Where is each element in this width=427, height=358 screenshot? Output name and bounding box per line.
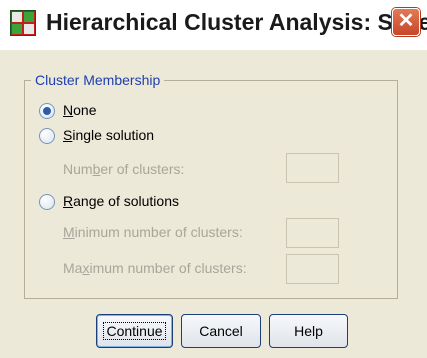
maximum-clusters-input[interactable] — [286, 254, 339, 284]
none-radio[interactable] — [39, 103, 55, 119]
title-bar[interactable]: Hierarchical Cluster Analysis: Save ✕ — [0, 0, 427, 50]
help-button[interactable]: Help — [269, 314, 348, 348]
cancel-button[interactable]: Cancel — [181, 314, 261, 348]
window-title: Hierarchical Cluster Analysis: Save — [46, 9, 427, 35]
minimum-clusters-input[interactable] — [286, 218, 339, 248]
cluster-membership-group: Cluster Membership None Single solution … — [24, 72, 398, 299]
spss-grid-icon — [10, 10, 36, 36]
continue-button[interactable]: Continue — [96, 314, 173, 348]
minimum-clusters-label: Minimum number of clusters: — [63, 224, 243, 240]
range-of-solutions-label[interactable]: Range of solutions — [63, 193, 179, 209]
single-solution-label[interactable]: Single solution — [63, 127, 154, 143]
range-of-solutions-radio[interactable] — [39, 194, 55, 210]
number-of-clusters-input[interactable] — [286, 153, 339, 183]
dialog-body: Cluster Membership None Single solution … — [0, 50, 427, 358]
group-legend: Cluster Membership — [31, 72, 165, 88]
none-label[interactable]: None — [63, 102, 96, 118]
number-of-clusters-label: Number of clusters: — [63, 161, 185, 177]
maximum-clusters-label: Maximum number of clusters: — [63, 260, 247, 276]
close-button[interactable]: ✕ — [392, 8, 420, 36]
close-icon: ✕ — [397, 10, 415, 32]
save-dialog: Hierarchical Cluster Analysis: Save ✕ Cl… — [0, 0, 427, 358]
single-solution-radio[interactable] — [39, 128, 55, 144]
